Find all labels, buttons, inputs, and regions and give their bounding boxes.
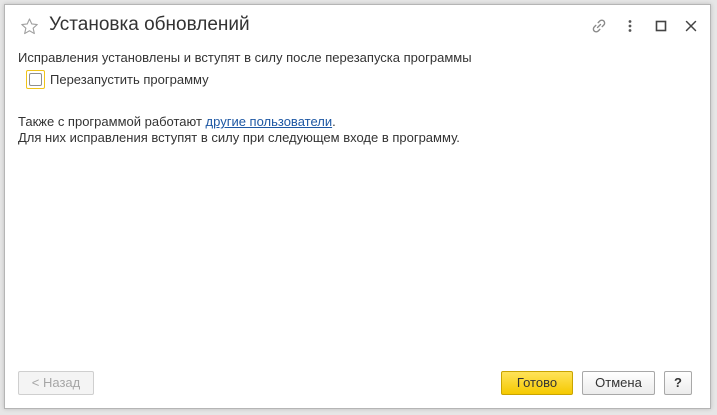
info-text: Также с программой работают другие польз… [18, 114, 460, 146]
title-bar: Установка обновлений [5, 5, 710, 47]
star-icon[interactable] [20, 17, 39, 36]
info-line-1-prefix: Также с программой работают [18, 114, 206, 129]
window-title: Установка обновлений [49, 14, 250, 35]
info-line-1: Также с программой работают другие польз… [18, 114, 460, 130]
done-button[interactable]: Готово [501, 371, 573, 395]
dialog-window: Установка обновлений Исправления установ… [4, 4, 711, 409]
other-users-link[interactable]: другие пользователи [206, 114, 333, 129]
maximize-icon[interactable] [652, 17, 670, 35]
cancel-button[interactable]: Отмена [582, 371, 655, 395]
status-message: Исправления установлены и вступят в силу… [18, 50, 472, 65]
info-line-2: Для них исправления вступят в силу при с… [18, 130, 460, 145]
close-icon[interactable] [682, 17, 700, 35]
help-button[interactable]: ? [664, 371, 692, 395]
restart-checkbox[interactable] [29, 73, 42, 86]
restart-checkbox-label[interactable]: Перезапустить программу [50, 72, 209, 87]
back-button[interactable]: < Назад [18, 371, 94, 395]
link-icon[interactable] [590, 17, 608, 35]
info-line-1-suffix: . [332, 114, 336, 129]
more-vertical-icon[interactable] [621, 17, 639, 35]
